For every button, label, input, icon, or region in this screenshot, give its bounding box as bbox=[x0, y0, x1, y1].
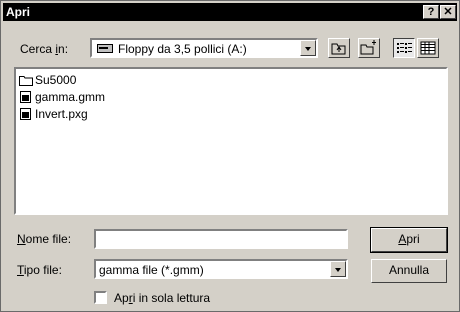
document-icon bbox=[20, 108, 31, 120]
details-view-button[interactable] bbox=[417, 38, 439, 58]
up-one-level-button[interactable] bbox=[328, 38, 350, 58]
file-type-label: Tipo file: bbox=[17, 263, 62, 277]
file-name-field[interactable] bbox=[94, 229, 348, 249]
open-button[interactable]: Apri bbox=[370, 227, 448, 253]
read-only-checkbox[interactable] bbox=[94, 291, 107, 304]
open-dialog: Apri ? ✕ Cerca in: Floppy da 3,5 pollici… bbox=[0, 0, 460, 312]
document-icon bbox=[20, 91, 31, 103]
floppy-drive-icon bbox=[97, 44, 113, 53]
window-title: Apri bbox=[6, 5, 30, 19]
file-type-value: gamma file (*.gmm) bbox=[99, 263, 204, 277]
look-in-combo[interactable]: Floppy da 3,5 pollici (A:) bbox=[90, 38, 318, 58]
chevron-down-icon[interactable] bbox=[330, 261, 346, 277]
file-name-label: Nome file: bbox=[17, 232, 72, 246]
list-view-button[interactable] bbox=[393, 38, 415, 58]
up-one-level-icon bbox=[331, 43, 346, 55]
details-view-icon bbox=[420, 41, 436, 55]
close-button[interactable]: ✕ bbox=[440, 5, 456, 19]
chevron-down-icon[interactable] bbox=[300, 40, 316, 56]
cancel-button[interactable]: Annulla bbox=[371, 259, 447, 283]
file-list[interactable]: Su5000 gamma.gmm Invert.pxg bbox=[14, 67, 448, 215]
help-button[interactable]: ? bbox=[423, 5, 439, 19]
folder-icon bbox=[19, 76, 33, 86]
look-in-value: Floppy da 3,5 pollici (A:) bbox=[118, 42, 247, 56]
look-in-label: Cerca in: bbox=[20, 42, 69, 56]
file-name: Su5000 bbox=[35, 73, 77, 87]
file-type-combo[interactable]: gamma file (*.gmm) bbox=[94, 259, 348, 279]
file-name: gamma.gmm bbox=[35, 90, 106, 104]
new-folder-button[interactable] bbox=[358, 38, 380, 58]
file-name: Invert.pxg bbox=[35, 107, 88, 121]
list-view-icon bbox=[397, 43, 412, 53]
new-folder-icon bbox=[360, 40, 376, 55]
title-bar[interactable]: Apri ? ✕ bbox=[3, 3, 457, 21]
read-only-label[interactable]: Apri in sola lettura bbox=[114, 291, 210, 305]
